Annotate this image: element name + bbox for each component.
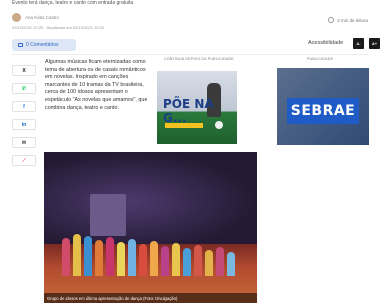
ad-strip (165, 123, 203, 128)
dancer (227, 252, 235, 276)
whatsapp-icon: ✆ (21, 85, 27, 92)
share-bar: X ✆ f in ✉ ⟋ (12, 65, 36, 173)
dancer (172, 243, 180, 276)
ad-headline: PÕE NA G... (163, 97, 214, 125)
dancer (106, 237, 114, 276)
dancer (205, 250, 213, 276)
ad-banner-sebrae[interactable]: SEBRAE (277, 68, 369, 145)
link-icon: ⟋ (22, 157, 26, 164)
comments-label: 0 Comentários (26, 42, 59, 48)
ad-banner-sport[interactable]: PÕE NA G... (157, 71, 237, 144)
read-time-label: 2 min de leitura (337, 17, 368, 23)
dancers-group (62, 216, 242, 276)
share-whatsapp-button[interactable]: ✆ (12, 83, 36, 94)
dancer (73, 234, 81, 276)
font-decrease-button[interactable]: A- (353, 38, 364, 49)
dancer (128, 239, 136, 276)
facebook-icon: f (23, 103, 25, 110)
linkedin-icon: in (21, 121, 27, 128)
font-increase-button[interactable]: A+ (369, 38, 380, 49)
hero-image[interactable]: Grupo de idosos em última apresentação d… (44, 152, 257, 303)
dancer (117, 242, 125, 276)
dancer (150, 241, 158, 276)
divider (12, 54, 368, 55)
ad-label-publicidade: PUBLICIDADE (307, 57, 334, 61)
clock-icon (328, 17, 335, 23)
x-icon: X (22, 67, 26, 74)
avatar (12, 12, 21, 22)
comment-icon (18, 43, 23, 47)
dancer (62, 238, 70, 276)
article-body: Algumas músicas ficam eternizadas como t… (45, 59, 148, 111)
email-icon: ✉ (21, 139, 27, 146)
sebrae-logo: SEBRAE (287, 98, 359, 124)
copy-link-button[interactable]: ⟋ (12, 155, 36, 166)
accessibility-label: Acessibilidade (308, 40, 344, 46)
dancer (139, 244, 147, 276)
ad-label-continua: CONTINUA DEPOIS DA PUBLICIDADE (164, 57, 234, 61)
publish-dates: 02/10/2021 20:20 · Atualizado em 02/10/2… (12, 25, 105, 30)
comments-button[interactable]: 0 Comentários (12, 39, 76, 51)
dancer (194, 245, 202, 276)
dancer (84, 236, 92, 276)
author-row: Ana Kátia Castro (12, 12, 59, 22)
share-email-button[interactable]: ✉ (12, 137, 36, 148)
dancer (161, 246, 169, 276)
article-subtitle: Evento terá dança, teatro e canto com en… (12, 0, 134, 6)
share-x-button[interactable]: X (12, 65, 36, 76)
read-time: 2 min de leitura (328, 17, 368, 23)
dancer (95, 240, 103, 276)
share-facebook-button[interactable]: f (12, 101, 36, 112)
author-name[interactable]: Ana Kátia Castro (25, 15, 59, 20)
hero-caption: Grupo de idosos em última apresentação d… (44, 293, 257, 303)
dancer (183, 248, 191, 276)
share-linkedin-button[interactable]: in (12, 119, 36, 130)
dancer (216, 247, 224, 276)
